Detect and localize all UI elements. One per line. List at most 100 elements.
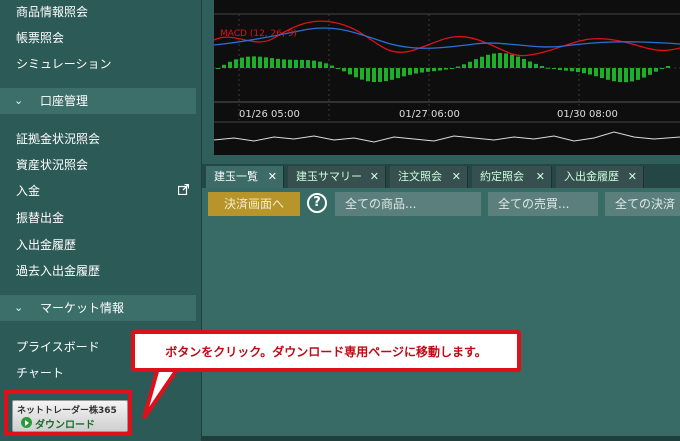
product-filter-select[interactable]: 全ての商品... [335,192,481,216]
macd-histogram-bar [264,57,268,68]
price-chart[interactable]: MACD (12, 26, 9) 01/26 05:00 01/27 06:00… [214,0,680,155]
macd-histogram-bar [534,63,538,68]
tab-positions[interactable]: 建玉一覧 ✕ [206,166,284,188]
macd-histogram-bar [354,68,358,78]
macd-histogram-bar [660,68,664,69]
macd-histogram-bar [612,68,616,82]
macd-histogram-bar [642,68,646,78]
macd-histogram-bar [402,68,406,77]
macd-histogram-bar [270,58,274,68]
highlight-frame [4,390,132,436]
macd-histogram-bar [462,64,466,68]
macd-histogram-bar [342,68,346,72]
sidebar-item-past-deposit-history[interactable]: 過去入出金履歴 [16,262,100,280]
macd-histogram-bar [606,68,610,80]
macd-histogram-bar [594,68,598,77]
macd-histogram-bar [330,65,334,68]
macd-histogram-bar [558,68,562,70]
settlement-filter-select[interactable]: 全ての決済 [605,192,680,216]
macd-histogram-bar [426,68,430,72]
macd-histogram-bar [480,56,484,68]
macd-histogram-bar [294,59,298,68]
external-link-icon[interactable] [178,184,189,195]
macd-histogram-bar [324,63,328,68]
close-icon[interactable]: ✕ [268,166,277,188]
macd-label: MACD (12, 26, 9) [220,29,297,39]
macd-histogram-bar [630,68,634,82]
macd-histogram-bar [306,60,310,68]
close-icon[interactable]: ✕ [536,166,545,188]
macd-histogram-bar [390,68,394,80]
sidebar-section-label: マーケット情報 [40,301,125,315]
sidebar-item-reports[interactable]: 帳票照会 [16,29,64,47]
macd-histogram-bar [282,59,286,68]
macd-histogram-bar [576,68,580,73]
chevron-down-icon: ⌄ [14,94,24,107]
sidebar-item-chart[interactable]: チャート [16,364,64,382]
sidebar-item-deposit-history[interactable]: 入出金履歴 [16,236,76,254]
macd-histogram-bar [492,53,496,68]
sidebar-item-asset-status[interactable]: 資産状況照会 [16,156,88,174]
sidebar-item-transfer-withdraw[interactable]: 振替出金 [16,209,64,227]
macd-histogram-bar [666,66,670,68]
macd-histogram-bar [564,68,568,71]
sidebar-item-deposit[interactable]: 入金 [16,182,40,200]
x-tick-label: 01/27 06:00 [399,109,460,120]
tab-bar: 建玉一覧 ✕ 建玉サマリー ✕ 注文照会 ✕ 約定照会 ✕ 入出金履歴 ✕ [202,164,680,188]
sidebar-section-label: 口座管理 [40,94,89,108]
tab-execution-inquiry[interactable]: 約定照会 ✕ [472,166,552,188]
macd-histogram-bar [246,56,250,68]
macd-histogram-bar [540,66,544,68]
close-icon[interactable]: ✕ [370,166,379,188]
macd-histogram-bar [522,58,526,68]
tab-deposit-history[interactable]: 入出金履歴 ✕ [556,166,644,188]
divider [202,436,680,441]
macd-histogram-bar [432,68,436,72]
macd-histogram-bar [570,68,574,72]
macd-histogram-bar [318,61,322,68]
sidebar-item-price-board[interactable]: プライスボード [16,338,100,356]
tab-label: 注文照会 [398,170,442,183]
chevron-down-icon: ⌄ [14,301,24,314]
macd-histogram-bar [222,64,226,68]
macd-histogram-bar [552,68,556,70]
close-icon[interactable]: ✕ [452,166,461,188]
macd-histogram-bar [588,68,592,75]
macd-histogram-bar [360,68,364,80]
tab-position-summary[interactable]: 建玉サマリー ✕ [288,166,386,188]
macd-histogram-bar [228,61,232,68]
macd-histogram-bar [438,68,442,71]
macd-histogram-bar [378,68,382,82]
sidebar-item-simulation[interactable]: シミュレーション [16,55,112,73]
tab-order-inquiry[interactable]: 注文照会 ✕ [390,166,468,188]
tab-label: 建玉サマリー [296,170,362,183]
macd-histogram-bar [654,68,658,72]
macd-histogram-bar [396,68,400,79]
side-filter-select[interactable]: 全ての売買... [488,192,598,216]
macd-histogram-bar [450,68,454,69]
macd-histogram-bar [516,56,520,68]
macd-histogram-bar [288,59,292,68]
macd-histogram-bar [366,68,370,82]
close-icon[interactable]: ✕ [628,166,637,188]
tab-label: 約定照会 [480,170,524,183]
macd-histogram-bar [624,68,628,83]
macd-histogram-bar [528,61,532,68]
macd-histogram-bar [312,60,316,68]
macd-histogram-bar [258,56,262,68]
x-tick-label: 01/30 08:00 [557,109,618,120]
macd-histogram-bar [618,68,622,83]
settle-screen-button[interactable]: 決済画面へ [208,192,300,216]
macd-histogram-bar [384,68,388,82]
macd-histogram-bar [546,67,550,69]
sidebar-item-margin-status[interactable]: 証拠金状況照会 [16,130,100,148]
macd-histogram-bar [276,58,280,68]
help-icon[interactable]: ? [307,193,327,213]
macd-histogram-bar [348,68,352,75]
sidebar-section-account[interactable]: ⌄ 口座管理 [0,88,196,114]
macd-histogram-bar [234,59,238,68]
sidebar-item-product-info[interactable]: 商品情報照会 [16,3,88,21]
sidebar-section-market[interactable]: ⌄ マーケット情報 [0,295,196,321]
macd-histogram-bar [504,53,508,68]
macd-histogram-bar [474,59,478,68]
